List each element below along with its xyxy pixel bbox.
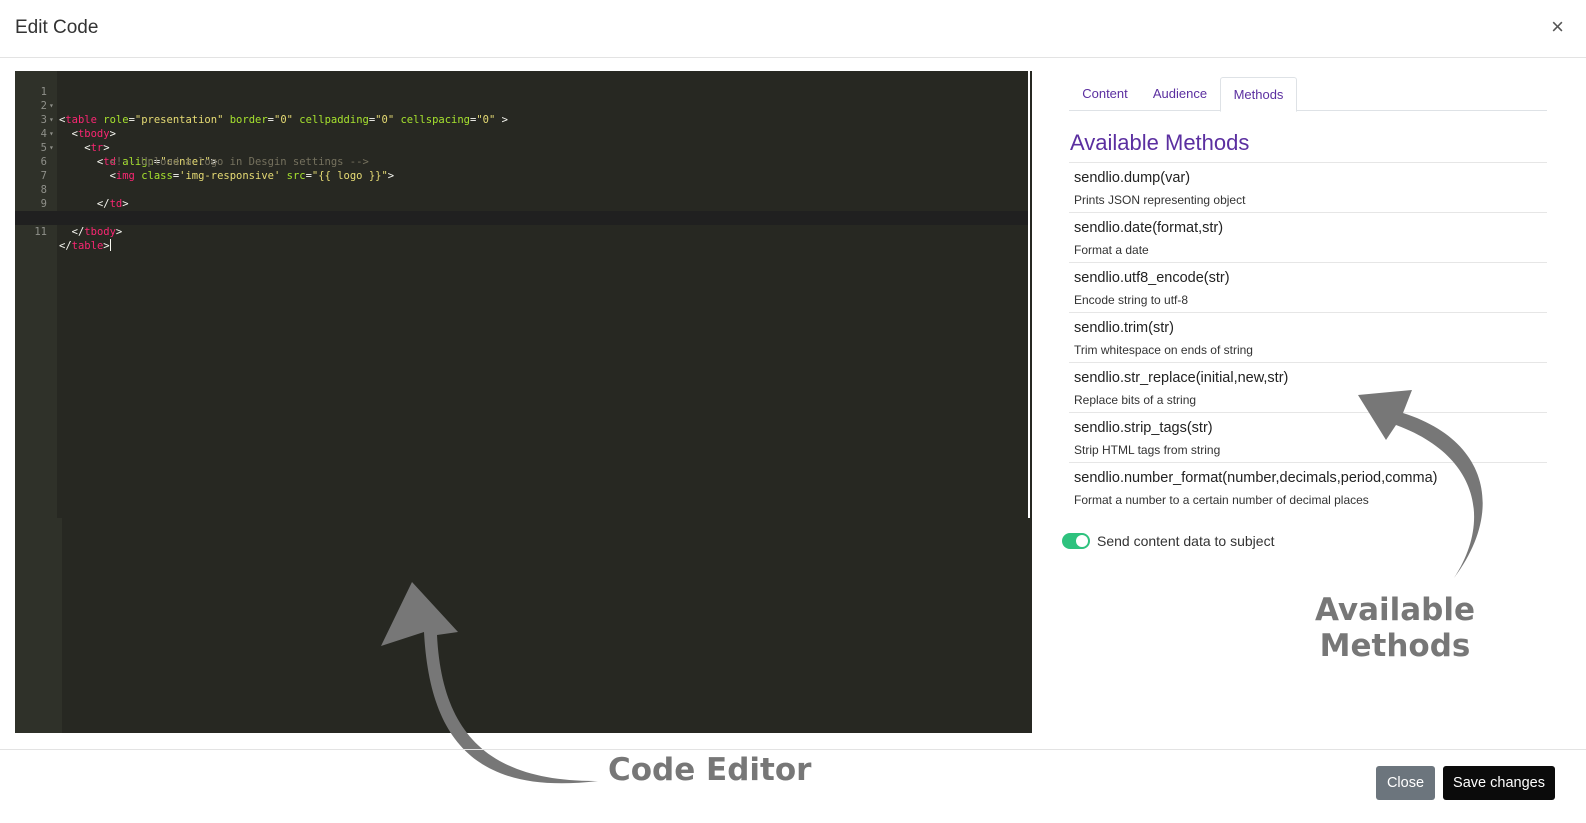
annotation-line: Available <box>1314 592 1476 628</box>
modal-footer <box>0 749 1586 823</box>
annotation-line: Methods <box>1319 628 1471 664</box>
available-methods-annotation: Available Methods <box>1300 592 1490 664</box>
save-changes-button[interactable]: Save changes <box>1443 766 1555 800</box>
methods-arrow-icon <box>1358 390 1483 578</box>
annotation-arrows <box>381 390 1483 784</box>
close-button[interactable]: Close <box>1376 766 1435 800</box>
